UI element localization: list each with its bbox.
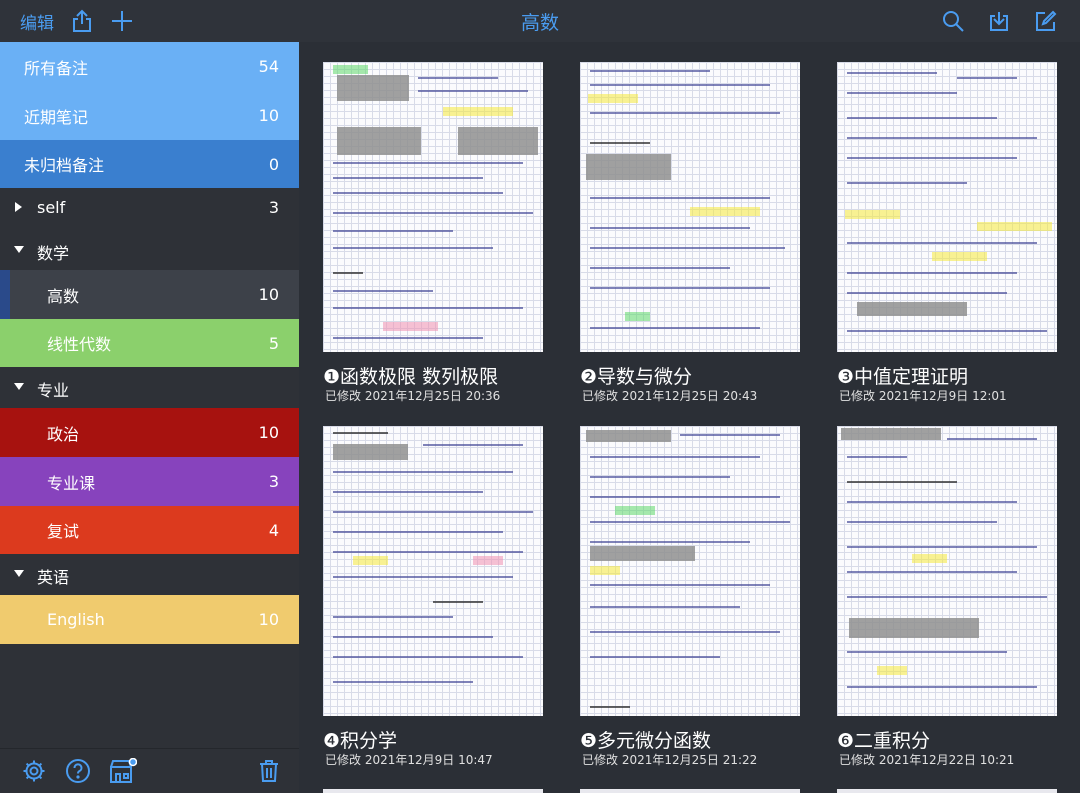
sidebar-item-major-course[interactable]: 专业课 3 — [0, 457, 299, 506]
next-row-thumbnail-edge — [323, 789, 543, 793]
group-label: 专业 — [37, 381, 70, 400]
group-english[interactable]: 英语 — [0, 554, 299, 594]
sidebar-item-label: 高数 — [47, 286, 80, 306]
sidebar-item-count: 5 — [268, 333, 279, 353]
next-row-thumbnail-edge — [580, 789, 800, 793]
note-title: ❹积分学 — [323, 730, 398, 752]
sidebar-item-count: 10 — [258, 285, 279, 304]
note-thumbnail[interactable] — [837, 426, 1057, 716]
note-thumbnail[interactable] — [580, 426, 800, 716]
search-icon[interactable] — [938, 6, 968, 36]
sidebar-item-count: 54 — [258, 57, 279, 76]
sidebar-item-label: 所有备注 — [24, 58, 89, 78]
chevron-down-icon — [14, 570, 24, 577]
sidebar-item-label: 复试 — [47, 522, 80, 541]
add-icon[interactable] — [107, 6, 137, 36]
sidebar-item-recent[interactable]: 近期笔记 10 — [0, 91, 299, 140]
edit-button[interactable]: 编辑 — [20, 9, 54, 34]
sidebar-item-label: 线性代数 — [47, 335, 112, 354]
note-title: ❺多元微分函数 — [580, 730, 712, 752]
sidebar-item-count: 3 — [268, 472, 279, 491]
note-thumbnail[interactable] — [580, 62, 800, 352]
sidebar-item-unarchived[interactable]: 未归档备注 0 — [0, 140, 299, 188]
sidebar-item-count: 10 — [258, 106, 279, 125]
sidebar-item-label: English — [47, 610, 105, 629]
group-label: self — [37, 198, 66, 217]
note-date: 已修改 2021年12月22日 10:21 — [839, 753, 1015, 767]
sidebar-item-english[interactable]: English 10 — [0, 595, 299, 644]
compose-icon[interactable] — [1031, 6, 1061, 36]
gear-icon[interactable] — [20, 757, 48, 785]
note-thumbnail[interactable] — [323, 426, 543, 716]
sidebar-item-label: 近期笔记 — [24, 107, 89, 127]
sidebar-item-count: 10 — [258, 423, 279, 442]
group-self[interactable]: self 3 — [0, 188, 299, 228]
group-label: 数学 — [37, 244, 70, 263]
note-title: ❻二重积分 — [837, 730, 931, 752]
sidebar-bottom-toolbar — [0, 748, 299, 793]
note-date: 已修改 2021年12月25日 21:22 — [582, 753, 758, 767]
top-toolbar: 编辑 高数 — [0, 0, 1080, 42]
note-date: 已修改 2021年12月25日 20:36 — [325, 389, 501, 403]
trash-icon[interactable] — [255, 757, 283, 785]
note-title: ❸中值定理证明 — [837, 366, 969, 388]
sidebar-item-label: 政治 — [47, 424, 80, 444]
store-icon[interactable] — [109, 757, 137, 785]
note-date: 已修改 2021年12月25日 20:43 — [582, 389, 758, 403]
sidebar-item-count: 0 — [268, 154, 279, 174]
sidebar-item-label: 专业课 — [47, 473, 96, 493]
note-title: ❷导数与微分 — [580, 366, 693, 388]
sidebar-item-all-notes[interactable]: 所有备注 54 — [0, 42, 299, 91]
sidebar-item-gaoshu[interactable]: 高数 10 — [0, 270, 299, 319]
group-label: 英语 — [37, 568, 70, 587]
note-date: 已修改 2021年12月9日 10:47 — [325, 753, 493, 767]
next-row-thumbnail-edge — [837, 789, 1057, 793]
sidebar-item-count: 4 — [268, 520, 279, 540]
note-date: 已修改 2021年12月9日 12:01 — [839, 389, 1007, 403]
note-title: ❶函数极限 数列极限 — [323, 366, 499, 388]
page-title: 高数 — [520, 12, 559, 34]
sidebar-item-count: 10 — [258, 610, 279, 629]
selection-indicator — [0, 270, 10, 319]
note-thumbnail[interactable] — [323, 62, 543, 352]
group-math[interactable]: 数学 — [0, 230, 299, 270]
chevron-right-icon — [15, 202, 22, 212]
sidebar-item-retest[interactable]: 复试 4 — [0, 506, 299, 554]
download-icon[interactable] — [984, 6, 1014, 36]
sidebar-item-politics[interactable]: 政治 10 — [0, 408, 299, 457]
share-icon[interactable] — [67, 6, 97, 36]
group-count: 3 — [268, 198, 279, 217]
group-major[interactable]: 专业 — [0, 367, 299, 407]
help-icon[interactable] — [64, 757, 92, 785]
sidebar-item-linear-algebra[interactable]: 线性代数 5 — [0, 319, 299, 367]
chevron-down-icon — [14, 246, 24, 253]
sidebar: 所有备注 54 近期笔记 10 未归档备注 0 self 3 数学 高数 10 … — [0, 42, 299, 793]
note-thumbnail[interactable] — [837, 62, 1057, 352]
chevron-down-icon — [14, 383, 24, 390]
sidebar-item-label: 未归档备注 — [24, 156, 105, 175]
